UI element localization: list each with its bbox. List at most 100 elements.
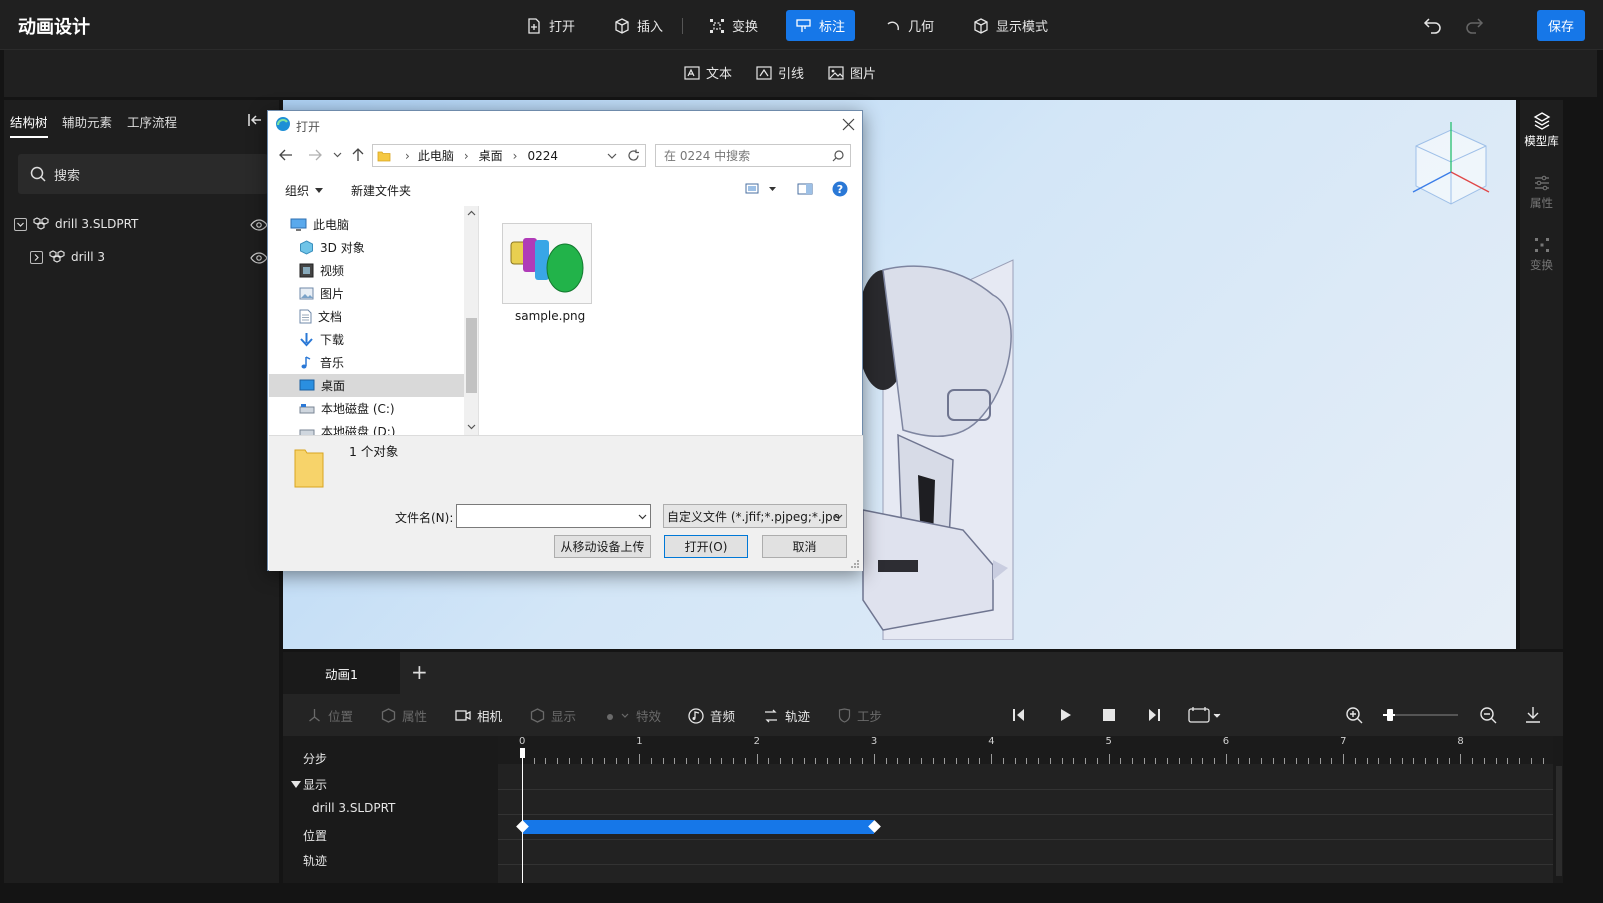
zoom-slider-handle[interactable] <box>1387 709 1393 721</box>
breadcrumb-desktop[interactable]: 桌面 <box>479 147 503 164</box>
nav-item-desktop[interactable]: 桌面 <box>269 374 464 397</box>
step-back-icon[interactable] <box>1012 707 1026 723</box>
playback-speed-icon[interactable] <box>1188 706 1222 724</box>
up-arrow-icon[interactable] <box>352 148 364 162</box>
redo-icon[interactable] <box>1464 16 1484 34</box>
insert-button[interactable]: 插入 <box>604 10 673 41</box>
nav-item-local-disk-d[interactable]: 本地磁盘 (D:) <box>269 420 464 435</box>
nav-item-local-disk-c[interactable]: 本地磁盘 (C:) <box>269 397 464 420</box>
download-icon[interactable] <box>1525 706 1541 724</box>
scroll-down-icon[interactable] <box>467 424 476 430</box>
file-name[interactable]: sample.png <box>515 309 585 323</box>
display-mode-button[interactable]: 显示模式 <box>963 10 1058 41</box>
eye-icon[interactable] <box>250 219 268 231</box>
tab-animation-1[interactable]: 动画1 <box>283 652 400 694</box>
zoom-in-icon[interactable] <box>1346 707 1363 724</box>
nav-item-downloads[interactable]: 下载 <box>269 328 464 351</box>
step-button[interactable]: 工步 <box>838 706 882 725</box>
play-icon[interactable] <box>1058 707 1072 723</box>
time-ruler[interactable]: 0 1 2 3 4 5 6 7 8 <box>498 736 1553 764</box>
recent-locations-chevron-icon[interactable] <box>333 152 342 158</box>
track-label-trajectory[interactable]: 轨迹 <box>303 852 327 869</box>
animation-clip[interactable] <box>522 820 874 834</box>
annotate-button[interactable]: 标注 <box>786 10 856 41</box>
nav-item-pictures[interactable]: 图片 <box>269 282 464 305</box>
text-annotation-button[interactable]: 文本 <box>684 63 732 82</box>
tab-structure-tree[interactable]: 结构树 <box>10 112 48 131</box>
resize-grip-icon[interactable] <box>850 559 860 569</box>
file-list[interactable]: sample.png <box>480 206 862 435</box>
nav-item-3d-objects[interactable]: 3D 对象 <box>269 236 464 259</box>
help-icon[interactable]: ? <box>832 181 848 197</box>
property-button[interactable]: 属性 <box>381 706 427 725</box>
nav-item-videos[interactable]: 视频 <box>269 259 464 282</box>
undo-icon[interactable] <box>1423 16 1443 34</box>
organize-menu[interactable]: 组织 <box>285 182 324 199</box>
cancel-button[interactable]: 取消 <box>762 535 847 558</box>
forward-arrow-icon[interactable] <box>308 149 322 161</box>
back-arrow-icon[interactable] <box>279 149 293 161</box>
audio-button[interactable]: 音频 <box>688 706 735 725</box>
image-annotation-button[interactable]: 图片 <box>828 63 876 82</box>
open-file-button[interactable]: 打开(O) <box>664 535 748 558</box>
nav-item-music[interactable]: 音乐 <box>269 351 464 374</box>
track-label-position[interactable]: 位置 <box>303 827 327 844</box>
track-label-part[interactable]: drill 3.SLDPRT <box>312 801 395 815</box>
track-label-steps[interactable]: 分步 <box>303 750 327 767</box>
filename-input[interactable] <box>456 504 651 528</box>
timeline-scrollbar[interactable] <box>1556 766 1562 876</box>
timeline-tracks-area[interactable]: 0 1 2 3 4 5 6 7 8 <box>498 736 1562 883</box>
nav-item-this-pc[interactable]: 此电脑 <box>269 213 464 236</box>
effects-button[interactable]: 特效 <box>604 706 661 725</box>
model-library-button[interactable]: 模型库 <box>1520 112 1563 149</box>
scroll-up-icon[interactable] <box>467 210 476 216</box>
chevron-down-icon[interactable] <box>638 514 647 520</box>
save-button[interactable]: 保存 <box>1537 10 1585 41</box>
nav-item-documents[interactable]: 文档 <box>269 305 464 328</box>
add-animation-button[interactable]: + <box>411 660 428 684</box>
transform-panel-button[interactable]: 变换 <box>1520 236 1563 273</box>
view-options-icon[interactable] <box>745 183 777 195</box>
upload-from-mobile-button[interactable]: 从移动设备上传 <box>554 535 651 558</box>
tab-auxiliary-elements[interactable]: 辅助元素 <box>62 112 112 131</box>
nav-item-label: 本地磁盘 (C:) <box>321 402 395 416</box>
folder-search-input[interactable]: 在 0224 中搜索 <box>655 144 851 167</box>
nav-pane-scrollbar[interactable] <box>464 206 478 435</box>
view-cube-icon[interactable] <box>1401 112 1501 216</box>
scrollbar-thumb[interactable] <box>466 318 477 393</box>
geometry-button[interactable]: 几何 <box>875 10 944 41</box>
file-type-select[interactable]: 自定义文件 (*.jfif;*.pjpeg;*.jpe <box>663 504 847 528</box>
refresh-icon[interactable] <box>627 149 640 162</box>
expand-toggle[interactable] <box>30 250 43 264</box>
eye-icon[interactable] <box>250 252 268 264</box>
open-button[interactable]: 打开 <box>516 10 585 41</box>
track-group-display[interactable]: 显示 <box>291 776 327 793</box>
drill-model[interactable] <box>843 200 1123 640</box>
playhead[interactable] <box>522 748 523 883</box>
breadcrumb-folder[interactable]: 0224 <box>527 149 558 163</box>
address-bar[interactable]: › 此电脑 › 桌面 › 0224 <box>372 144 646 167</box>
new-folder-button[interactable]: 新建文件夹 <box>351 182 411 199</box>
step-forward-icon[interactable] <box>1147 707 1161 723</box>
stop-icon[interactable] <box>1102 708 1116 722</box>
zoom-out-icon[interactable] <box>1480 707 1497 724</box>
properties-button[interactable]: 属性 <box>1520 174 1563 211</box>
chevron-down-icon[interactable] <box>607 153 617 160</box>
collapse-toggle[interactable] <box>14 217 27 231</box>
breadcrumb-this-pc[interactable]: 此电脑 <box>418 147 454 164</box>
close-icon[interactable] <box>842 118 855 131</box>
tree-node[interactable]: drill 3 <box>30 250 105 264</box>
camera-button[interactable]: 相机 <box>455 706 502 725</box>
playhead-handle[interactable] <box>520 748 525 758</box>
file-thumbnail[interactable] <box>502 223 592 304</box>
trajectory-button[interactable]: 轨迹 <box>763 706 810 725</box>
tree-search-input[interactable]: 搜索 <box>18 154 268 194</box>
leader-annotation-button[interactable]: 引线 <box>756 63 804 82</box>
preview-pane-icon[interactable] <box>797 183 813 195</box>
collapse-panel-icon[interactable] <box>247 112 263 128</box>
tree-node[interactable]: drill 3.SLDPRT <box>14 217 138 231</box>
tab-process-flow[interactable]: 工序流程 <box>127 112 177 131</box>
transform-button[interactable]: 变换 <box>699 10 768 41</box>
position-button[interactable]: 位置 <box>307 706 353 725</box>
display-button[interactable]: 显示 <box>530 706 576 725</box>
